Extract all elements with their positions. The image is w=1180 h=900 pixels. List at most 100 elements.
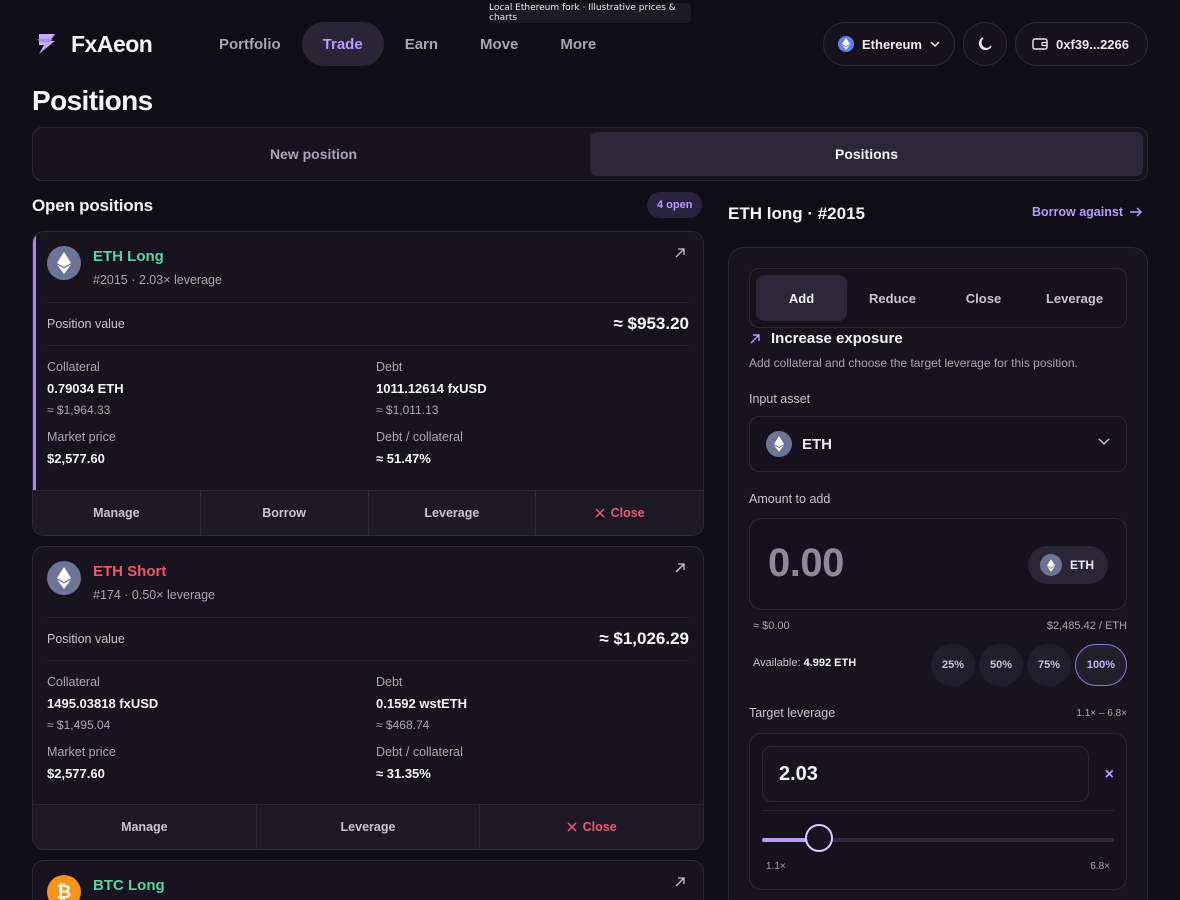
amount-usd: ≈ $0.00 [753, 620, 790, 632]
position-card[interactable]: ETH Long #2015 · 2.03× leverage Position… [32, 231, 704, 536]
percent-25-button[interactable]: 25% [931, 644, 975, 686]
position-actions: Manage Borrow Leverage Close [33, 490, 703, 535]
logo-icon [37, 34, 55, 54]
percent-50-button[interactable]: 50% [979, 644, 1023, 686]
slider-thumb[interactable] [805, 824, 834, 852]
external-link-icon[interactable] [673, 875, 687, 889]
input-asset-value: ETH [802, 435, 832, 453]
market-price-label: Market price [47, 430, 116, 444]
position-details: Collateral 1495.03818 fxUSD ≈ $1,495.04 … [33, 661, 703, 781]
open-positions-title: Open positions [32, 196, 153, 215]
leverage-range: 1.1× – 6.8× [1076, 708, 1127, 719]
debt-label: Debt [376, 675, 403, 689]
leverage-button[interactable]: Leverage [257, 805, 481, 849]
borrow-against-link[interactable]: Borrow against [1032, 205, 1143, 219]
close-icon [567, 822, 577, 832]
close-label: Close [582, 820, 617, 834]
network-selector[interactable]: Ethereum [823, 22, 955, 66]
wallet-button[interactable]: 0xf39...2266 [1014, 22, 1148, 66]
clear-icon[interactable]: × [1105, 766, 1114, 784]
amount-input[interactable]: 0.00 [768, 541, 844, 586]
tab-positions[interactable]: Positions [590, 132, 1143, 176]
collateral-label: Collateral [47, 360, 100, 374]
available-value: 4.992 ETH [803, 657, 857, 669]
leverage-button[interactable]: Leverage [369, 491, 537, 535]
position-value-row: Position value ≈ $1,026.29 [33, 618, 703, 660]
position-card-header: ETH Short #174 · 0.50× leverage [33, 547, 703, 617]
percent-100-button[interactable]: 100% [1075, 644, 1127, 686]
collateral-value: 1495.03818 fxUSD [47, 696, 159, 711]
close-label: Close [610, 506, 645, 520]
detail-title: ETH long · #2015 [728, 204, 865, 223]
positions-tabs: New position Positions [32, 127, 1148, 181]
debt-value: 0.1592 wstETH [376, 696, 468, 711]
position-value: ≈ $1,026.29 [599, 629, 689, 648]
theme-toggle[interactable] [962, 22, 1007, 66]
moon-icon [978, 37, 992, 51]
manage-button[interactable]: Manage [33, 491, 201, 535]
close-position-button[interactable]: Close [536, 491, 703, 535]
slider-min-label: 1.1× [766, 861, 786, 872]
tab-leverage[interactable]: Leverage [1029, 275, 1120, 321]
open-count-badge: 4 open [647, 192, 703, 218]
position-card-header: ETH Long #2015 · 2.03× leverage [33, 232, 703, 302]
position-card[interactable]: ₿ BTC Long [32, 860, 704, 900]
app-name: FxAeon [71, 30, 153, 57]
nav-more[interactable]: More [539, 22, 617, 66]
position-subtitle: #2015 · 2.03× leverage [93, 273, 222, 287]
external-link-icon[interactable] [673, 561, 687, 575]
tab-close[interactable]: Close [938, 275, 1029, 321]
market-price-value: $2,577.60 [47, 766, 105, 781]
manage-button[interactable]: Manage [33, 805, 257, 849]
position-card-header: ₿ BTC Long [33, 861, 703, 900]
leverage-input[interactable]: 2.03 [762, 746, 1089, 802]
nav-earn[interactable]: Earn [384, 22, 459, 66]
eth-coin-icon [1040, 554, 1062, 576]
collateral-usd: ≈ $1,495.04 [47, 718, 111, 732]
position-card[interactable]: ETH Short #174 · 0.50× leverage Position… [32, 546, 704, 850]
debt-ratio-value: ≈ 51.47% [376, 451, 431, 466]
eth-coin-icon [47, 561, 81, 595]
manage-action-tabs: Add Reduce Close Leverage [749, 268, 1127, 328]
borrow-button[interactable]: Borrow [201, 491, 369, 535]
nav-portfolio[interactable]: Portfolio [198, 22, 302, 66]
close-position-button[interactable]: Close [480, 805, 703, 849]
amount-field[interactable]: 0.00 ETH [749, 518, 1127, 610]
arrow-right-icon [1130, 207, 1143, 217]
external-link-icon[interactable] [673, 246, 687, 260]
eth-price: $2,485.42 / ETH [1046, 620, 1127, 632]
arrow-up-right-icon [750, 333, 760, 343]
section-description: Add collateral and choose the target lev… [749, 356, 1078, 370]
position-value: ≈ $953.20 [613, 314, 689, 333]
debt-value: 1011.12614 fxUSD [376, 381, 487, 396]
position-value-label: Position value [47, 632, 125, 646]
available-label: Available: [753, 657, 801, 669]
environment-banner: Local Ethereum fork · Illustrative price… [489, 3, 691, 23]
network-name: Ethereum [862, 36, 922, 52]
collateral-label: Collateral [47, 675, 100, 689]
tab-reduce[interactable]: Reduce [847, 275, 938, 321]
leverage-slider[interactable] [762, 824, 1114, 852]
debt-ratio-value: ≈ 31.35% [376, 766, 431, 781]
tab-add[interactable]: Add [756, 275, 847, 321]
app-logo[interactable]: FxAeon [33, 30, 153, 58]
tab-new-position[interactable]: New position [37, 132, 590, 176]
nav-move[interactable]: Move [459, 22, 539, 66]
header-actions: Ethereum 0xf39...2266 [823, 22, 1148, 66]
position-value-label: Position value [47, 317, 125, 331]
market-price-value: $2,577.60 [47, 451, 105, 466]
position-details: Collateral 0.79034 ETH ≈ $1,964.33 Debt … [33, 346, 703, 466]
btc-coin-icon: ₿ [47, 875, 81, 900]
position-subtitle: #174 · 0.50× leverage [93, 588, 215, 602]
input-asset-select[interactable]: ETH [749, 416, 1127, 472]
eth-coin-icon [766, 431, 792, 457]
ethereum-icon [838, 36, 855, 52]
position-actions: Manage Leverage Close [33, 804, 703, 849]
percent-75-button[interactable]: 75% [1027, 644, 1071, 686]
borrow-against-label: Borrow against [1032, 205, 1123, 219]
wallet-icon [1032, 38, 1048, 50]
chevron-down-icon [1098, 438, 1110, 446]
token-selector[interactable]: ETH [1028, 546, 1108, 584]
nav-trade[interactable]: Trade [301, 22, 384, 66]
page-title: Positions [32, 85, 153, 116]
